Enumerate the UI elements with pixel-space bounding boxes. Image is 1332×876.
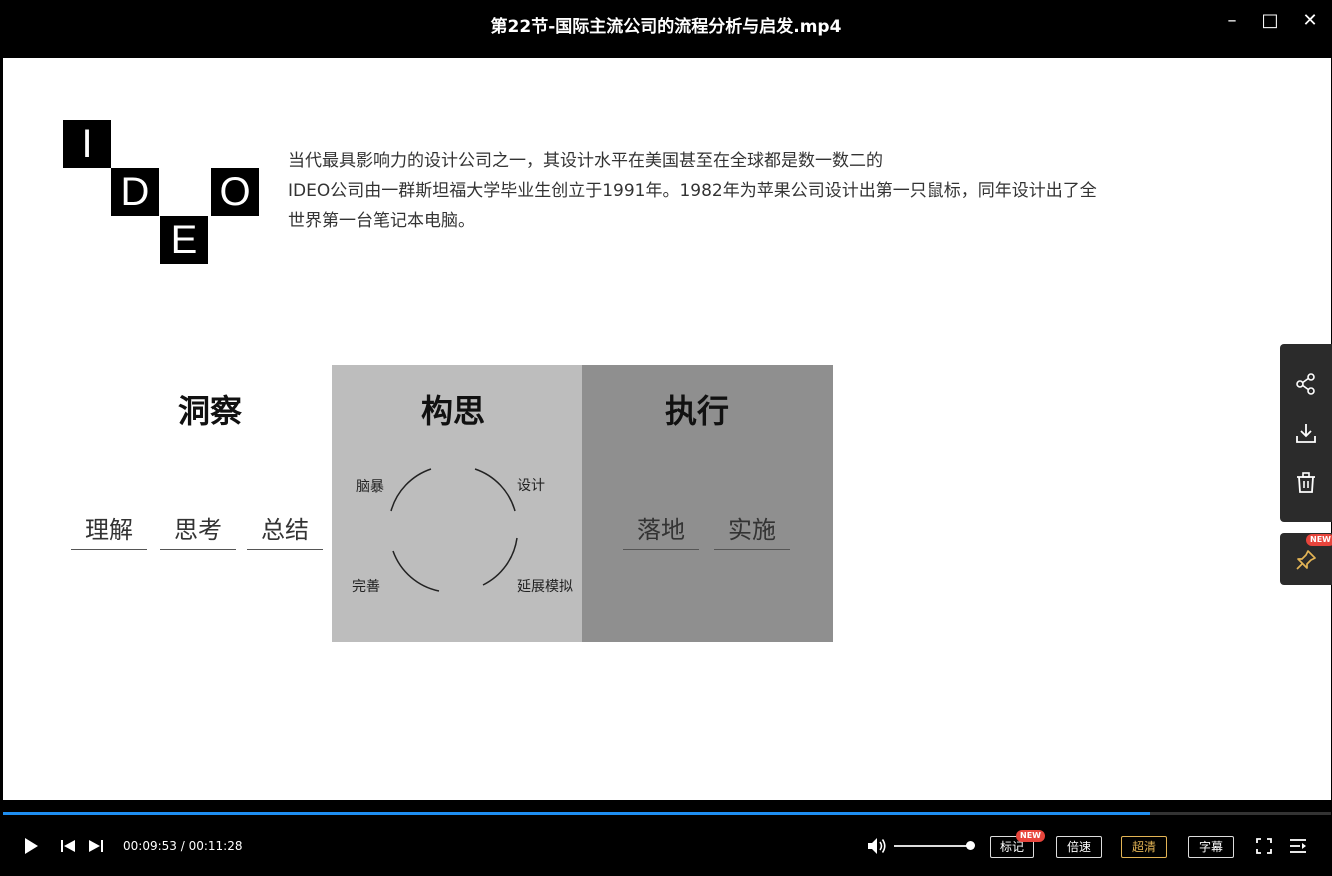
intro-text: 当代最具影响力的设计公司之一，其设计水平在美国甚至在全球都是数一数二的 IDEO… [288, 146, 1118, 236]
progress-bar[interactable] [3, 812, 1331, 815]
intro-line: 当代最具影响力的设计公司之一，其设计水平在美国甚至在全球都是数一数二的 [288, 151, 883, 171]
cycle-label: 设计 [517, 478, 545, 494]
share-icon[interactable] [1294, 372, 1318, 396]
delete-icon[interactable] [1294, 471, 1318, 495]
minimize-button[interactable]: – [1220, 10, 1244, 34]
previous-icon[interactable] [60, 838, 76, 854]
pin-icon[interactable] [1294, 548, 1318, 572]
cycle-label: 脑暴 [356, 479, 384, 495]
logo-letter-i: I [63, 120, 111, 168]
time-display: 00:09:53 / 00:11:28 [123, 839, 243, 853]
ideation-heading: 构思 [421, 392, 486, 430]
execution-word: 落地 [623, 510, 699, 550]
next-icon[interactable] [88, 838, 104, 854]
title-bar: 第22节-国际主流公司的流程分析与启发.mp4 – □ ✕ [0, 0, 1332, 50]
ideo-logo: I D E O [63, 118, 263, 268]
volume-slider[interactable] [894, 845, 970, 847]
execution-heading: 执行 [665, 392, 730, 430]
video-frame[interactable]: I D E O 当代最具影响力的设计公司之一，其设计水平在美国甚至在全球都是数一… [3, 58, 1331, 800]
subtitle-button[interactable]: 字幕 [1188, 836, 1234, 858]
insight-word: 理解 [71, 510, 147, 550]
new-badge: NEW [1306, 534, 1332, 546]
progress-fill [3, 812, 1151, 815]
mark-new-badge: NEW [1016, 830, 1045, 842]
cycle-arc [392, 550, 440, 592]
logo-letter-d: D [111, 168, 159, 216]
cycle-label: 完善 [352, 579, 380, 595]
side-toolbar [1280, 344, 1332, 522]
intro-line: IDEO公司由一群斯坦福大学毕业生创立于1991年。1982年为苹果公司设计出第… [288, 181, 1097, 201]
close-button[interactable]: ✕ [1298, 10, 1322, 34]
volume-knob[interactable] [966, 841, 975, 850]
intro-line: 世界第一台笔记本电脑。 [288, 211, 475, 231]
insight-heading: 洞察 [178, 392, 243, 430]
window-title: 第22节-国际主流公司的流程分析与启发.mp4 [490, 17, 842, 37]
logo-letter-e: E [160, 216, 208, 264]
execution-word: 实施 [714, 510, 790, 550]
cycle-arc [390, 468, 432, 512]
volume-icon[interactable] [866, 836, 888, 856]
cycle-arc [482, 537, 518, 586]
insight-word: 总结 [247, 510, 323, 550]
quality-button[interactable]: 超清 [1121, 836, 1167, 858]
logo-letter-o: O [211, 168, 259, 216]
playlist-icon[interactable] [1289, 838, 1307, 854]
play-icon[interactable] [22, 837, 40, 855]
pin-panel: NEW [1280, 533, 1332, 585]
cycle-arc [474, 468, 516, 512]
cycle-label: 延展模拟 [517, 579, 573, 595]
fullscreen-icon[interactable] [1256, 838, 1272, 854]
maximize-button[interactable]: □ [1258, 10, 1282, 34]
insight-word: 思考 [160, 510, 236, 550]
download-icon[interactable] [1294, 421, 1318, 445]
ideation-cycle-diagram [390, 468, 518, 592]
speed-button[interactable]: 倍速 [1056, 836, 1102, 858]
